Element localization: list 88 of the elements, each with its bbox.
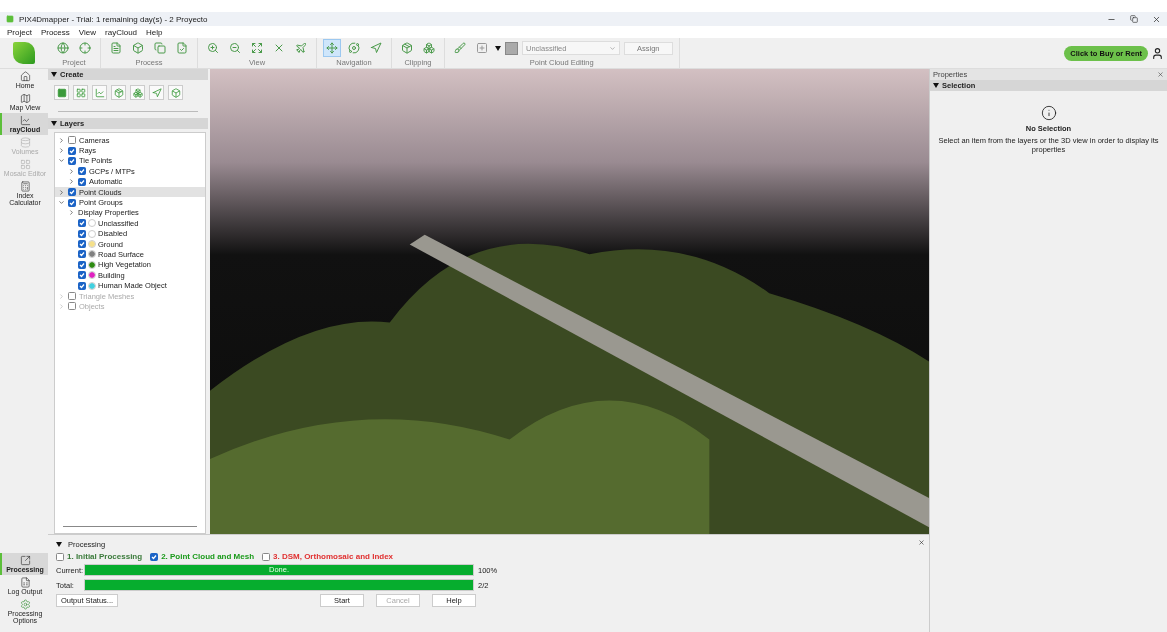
toolbar-button[interactable] bbox=[151, 39, 169, 57]
file-check-icon bbox=[176, 42, 188, 54]
point-cloud-view[interactable] bbox=[210, 69, 929, 534]
create-tool-button[interactable] bbox=[149, 85, 164, 100]
checkbox[interactable] bbox=[78, 229, 86, 238]
checkbox[interactable] bbox=[78, 219, 86, 228]
database-icon bbox=[19, 137, 31, 148]
checkbox[interactable] bbox=[68, 156, 76, 165]
menu-item[interactable]: Help bbox=[146, 27, 163, 37]
checkbox[interactable] bbox=[68, 198, 76, 207]
box-icon bbox=[132, 42, 144, 54]
window-icon bbox=[19, 555, 31, 566]
chevron-icon[interactable] bbox=[58, 199, 65, 207]
checkbox[interactable] bbox=[68, 188, 76, 197]
dropdown-icon[interactable] bbox=[495, 45, 501, 51]
zoom-in-icon bbox=[207, 42, 219, 54]
grid-icon bbox=[19, 159, 31, 170]
create-tool-button[interactable] bbox=[92, 85, 107, 100]
close-icon[interactable] bbox=[1157, 71, 1164, 78]
app-icon bbox=[6, 15, 14, 23]
collapse-caret-icon[interactable] bbox=[933, 83, 939, 88]
plane-icon bbox=[295, 42, 307, 54]
crosshair-icon bbox=[79, 42, 91, 54]
checkbox[interactable] bbox=[78, 167, 86, 176]
color-swatch[interactable] bbox=[505, 41, 518, 55]
plus-icon bbox=[476, 42, 488, 54]
chevron-icon[interactable] bbox=[58, 136, 65, 144]
navigation-icon bbox=[370, 42, 382, 54]
zoom-out-icon bbox=[229, 42, 241, 54]
cross-icon bbox=[273, 42, 285, 54]
create-tool-button[interactable] bbox=[54, 85, 69, 100]
restore-icon[interactable] bbox=[1130, 14, 1138, 23]
chevron-icon[interactable] bbox=[68, 167, 75, 175]
orbit-icon bbox=[348, 42, 360, 54]
cubes-icon bbox=[423, 42, 435, 54]
info-icon bbox=[1040, 105, 1057, 121]
toolbar-button[interactable] bbox=[76, 39, 94, 57]
user-icon[interactable] bbox=[1151, 46, 1164, 60]
file-icon bbox=[110, 42, 122, 54]
checkbox[interactable] bbox=[78, 260, 86, 269]
chevron-icon[interactable] bbox=[68, 178, 75, 186]
collapse-caret-icon[interactable] bbox=[51, 121, 57, 126]
brush-icon bbox=[454, 42, 466, 54]
create-tool-button[interactable] bbox=[130, 85, 145, 100]
move-icon bbox=[326, 42, 338, 54]
checkbox[interactable] bbox=[78, 240, 86, 249]
collapse-caret-icon[interactable] bbox=[51, 72, 57, 77]
checkbox[interactable] bbox=[78, 281, 86, 290]
calculator-icon bbox=[19, 181, 31, 192]
checkbox[interactable] bbox=[78, 177, 86, 186]
chart-icon bbox=[19, 115, 31, 126]
step-label[interactable]: 1. Initial Processing bbox=[67, 552, 143, 561]
collapse-caret-icon[interactable] bbox=[56, 542, 62, 547]
step-label[interactable]: 3. DSM, Orthomosaic and Index bbox=[273, 552, 394, 561]
close-icon[interactable] bbox=[1152, 14, 1161, 24]
toolbar-button[interactable] bbox=[345, 39, 363, 57]
menu-item[interactable]: Project bbox=[7, 27, 32, 37]
chevron-icon bbox=[609, 44, 616, 52]
cube-icon bbox=[401, 42, 413, 54]
checkbox[interactable] bbox=[56, 552, 64, 561]
map-icon bbox=[19, 93, 31, 104]
checkbox[interactable] bbox=[262, 552, 271, 561]
checkbox[interactable] bbox=[150, 552, 159, 561]
create-tool-button[interactable] bbox=[73, 85, 88, 100]
toolbar-button[interactable] bbox=[323, 39, 341, 57]
spreadsheet-icon bbox=[19, 577, 31, 588]
window-title: PIX4Dmapper - Trial: 1 remaining day(s) - 2 Proyecto bbox=[19, 14, 209, 24]
expand-icon bbox=[251, 42, 263, 54]
checkbox[interactable] bbox=[78, 271, 86, 280]
menu-item[interactable]: View bbox=[78, 27, 96, 37]
checkbox[interactable] bbox=[68, 136, 76, 145]
globe-icon bbox=[57, 42, 69, 54]
chevron-icon[interactable] bbox=[58, 157, 65, 165]
chevron-icon[interactable] bbox=[68, 209, 75, 217]
menu-item[interactable]: Process bbox=[40, 27, 70, 37]
settings-icon bbox=[19, 599, 31, 610]
toolbar-button[interactable] bbox=[54, 39, 72, 57]
copy-icon bbox=[154, 42, 166, 54]
checkbox[interactable] bbox=[68, 146, 76, 155]
chevron-icon[interactable] bbox=[58, 188, 65, 196]
chevron-icon[interactable] bbox=[58, 147, 65, 155]
create-tool-button[interactable] bbox=[111, 85, 126, 100]
checkbox[interactable] bbox=[78, 250, 86, 259]
create-tool-button[interactable] bbox=[168, 85, 183, 100]
app-logo bbox=[13, 42, 35, 64]
menu-item[interactable]: rayCloud bbox=[105, 27, 138, 37]
close-icon[interactable] bbox=[918, 539, 925, 546]
home-icon bbox=[19, 71, 31, 82]
